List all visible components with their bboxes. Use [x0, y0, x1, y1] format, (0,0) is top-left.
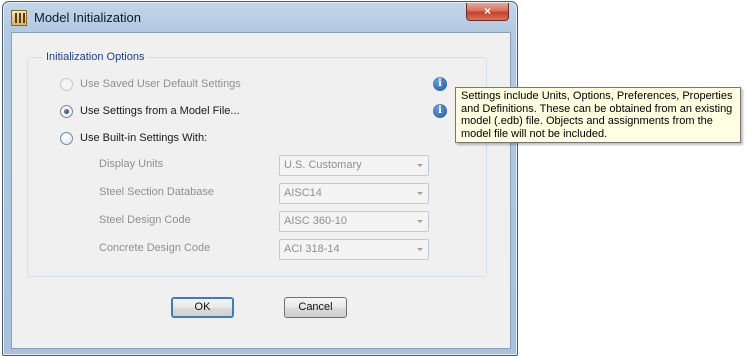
display-units-value: U.S. Customary: [284, 159, 362, 171]
title-bar[interactable]: Model Initialization ×: [3, 2, 517, 32]
steel-section-database-dropdown[interactable]: AISC14: [279, 183, 429, 204]
concrete-design-code-dropdown[interactable]: ACI 318-14: [279, 239, 429, 260]
concrete-design-code-value: ACI 318-14: [284, 243, 340, 255]
built-in-settings-label: Use Built-in Settings With:: [80, 132, 208, 144]
model-file-radio[interactable]: [60, 104, 73, 118]
steel-section-database-value: AISC14: [284, 187, 322, 199]
chevron-down-icon: [417, 192, 423, 195]
saved-defaults-radio[interactable]: [60, 77, 73, 91]
option-model-file[interactable]: Use Settings from a Model File...: [60, 103, 240, 119]
chevron-down-icon: [417, 164, 423, 167]
window-title: Model Initialization: [34, 10, 141, 25]
info-tooltip: Settings include Units, Options, Prefere…: [455, 87, 741, 143]
group-title: Initialization Options: [43, 51, 148, 63]
steel-design-code-dropdown[interactable]: AISC 360-10: [279, 211, 429, 232]
saved-defaults-label: Use Saved User Default Settings: [80, 78, 241, 90]
model-file-info-icon[interactable]: i: [433, 104, 447, 118]
display-units-dropdown[interactable]: U.S. Customary: [279, 155, 429, 176]
chevron-down-icon: [417, 220, 423, 223]
steel-design-code-value: AISC 360-10: [284, 215, 347, 227]
model-file-label: Use Settings from a Model File...: [80, 105, 240, 117]
chevron-down-icon: [417, 248, 423, 251]
option-saved-user-defaults[interactable]: Use Saved User Default Settings: [60, 76, 241, 92]
cancel-button[interactable]: Cancel: [284, 297, 347, 318]
display-units-label: Display Units: [99, 158, 164, 170]
steel-design-code-label: Steel Design Code: [99, 214, 191, 226]
built-in-settings-radio[interactable]: [60, 131, 73, 145]
concrete-design-code-label: Concrete Design Code: [99, 242, 211, 254]
saved-defaults-info-icon[interactable]: i: [433, 77, 447, 91]
option-built-in-settings[interactable]: Use Built-in Settings With:: [60, 130, 207, 146]
close-button[interactable]: ×: [466, 3, 509, 21]
ok-button[interactable]: OK: [171, 297, 234, 318]
app-icon: [11, 10, 27, 26]
steel-section-database-label: Steel Section Database: [99, 186, 214, 198]
